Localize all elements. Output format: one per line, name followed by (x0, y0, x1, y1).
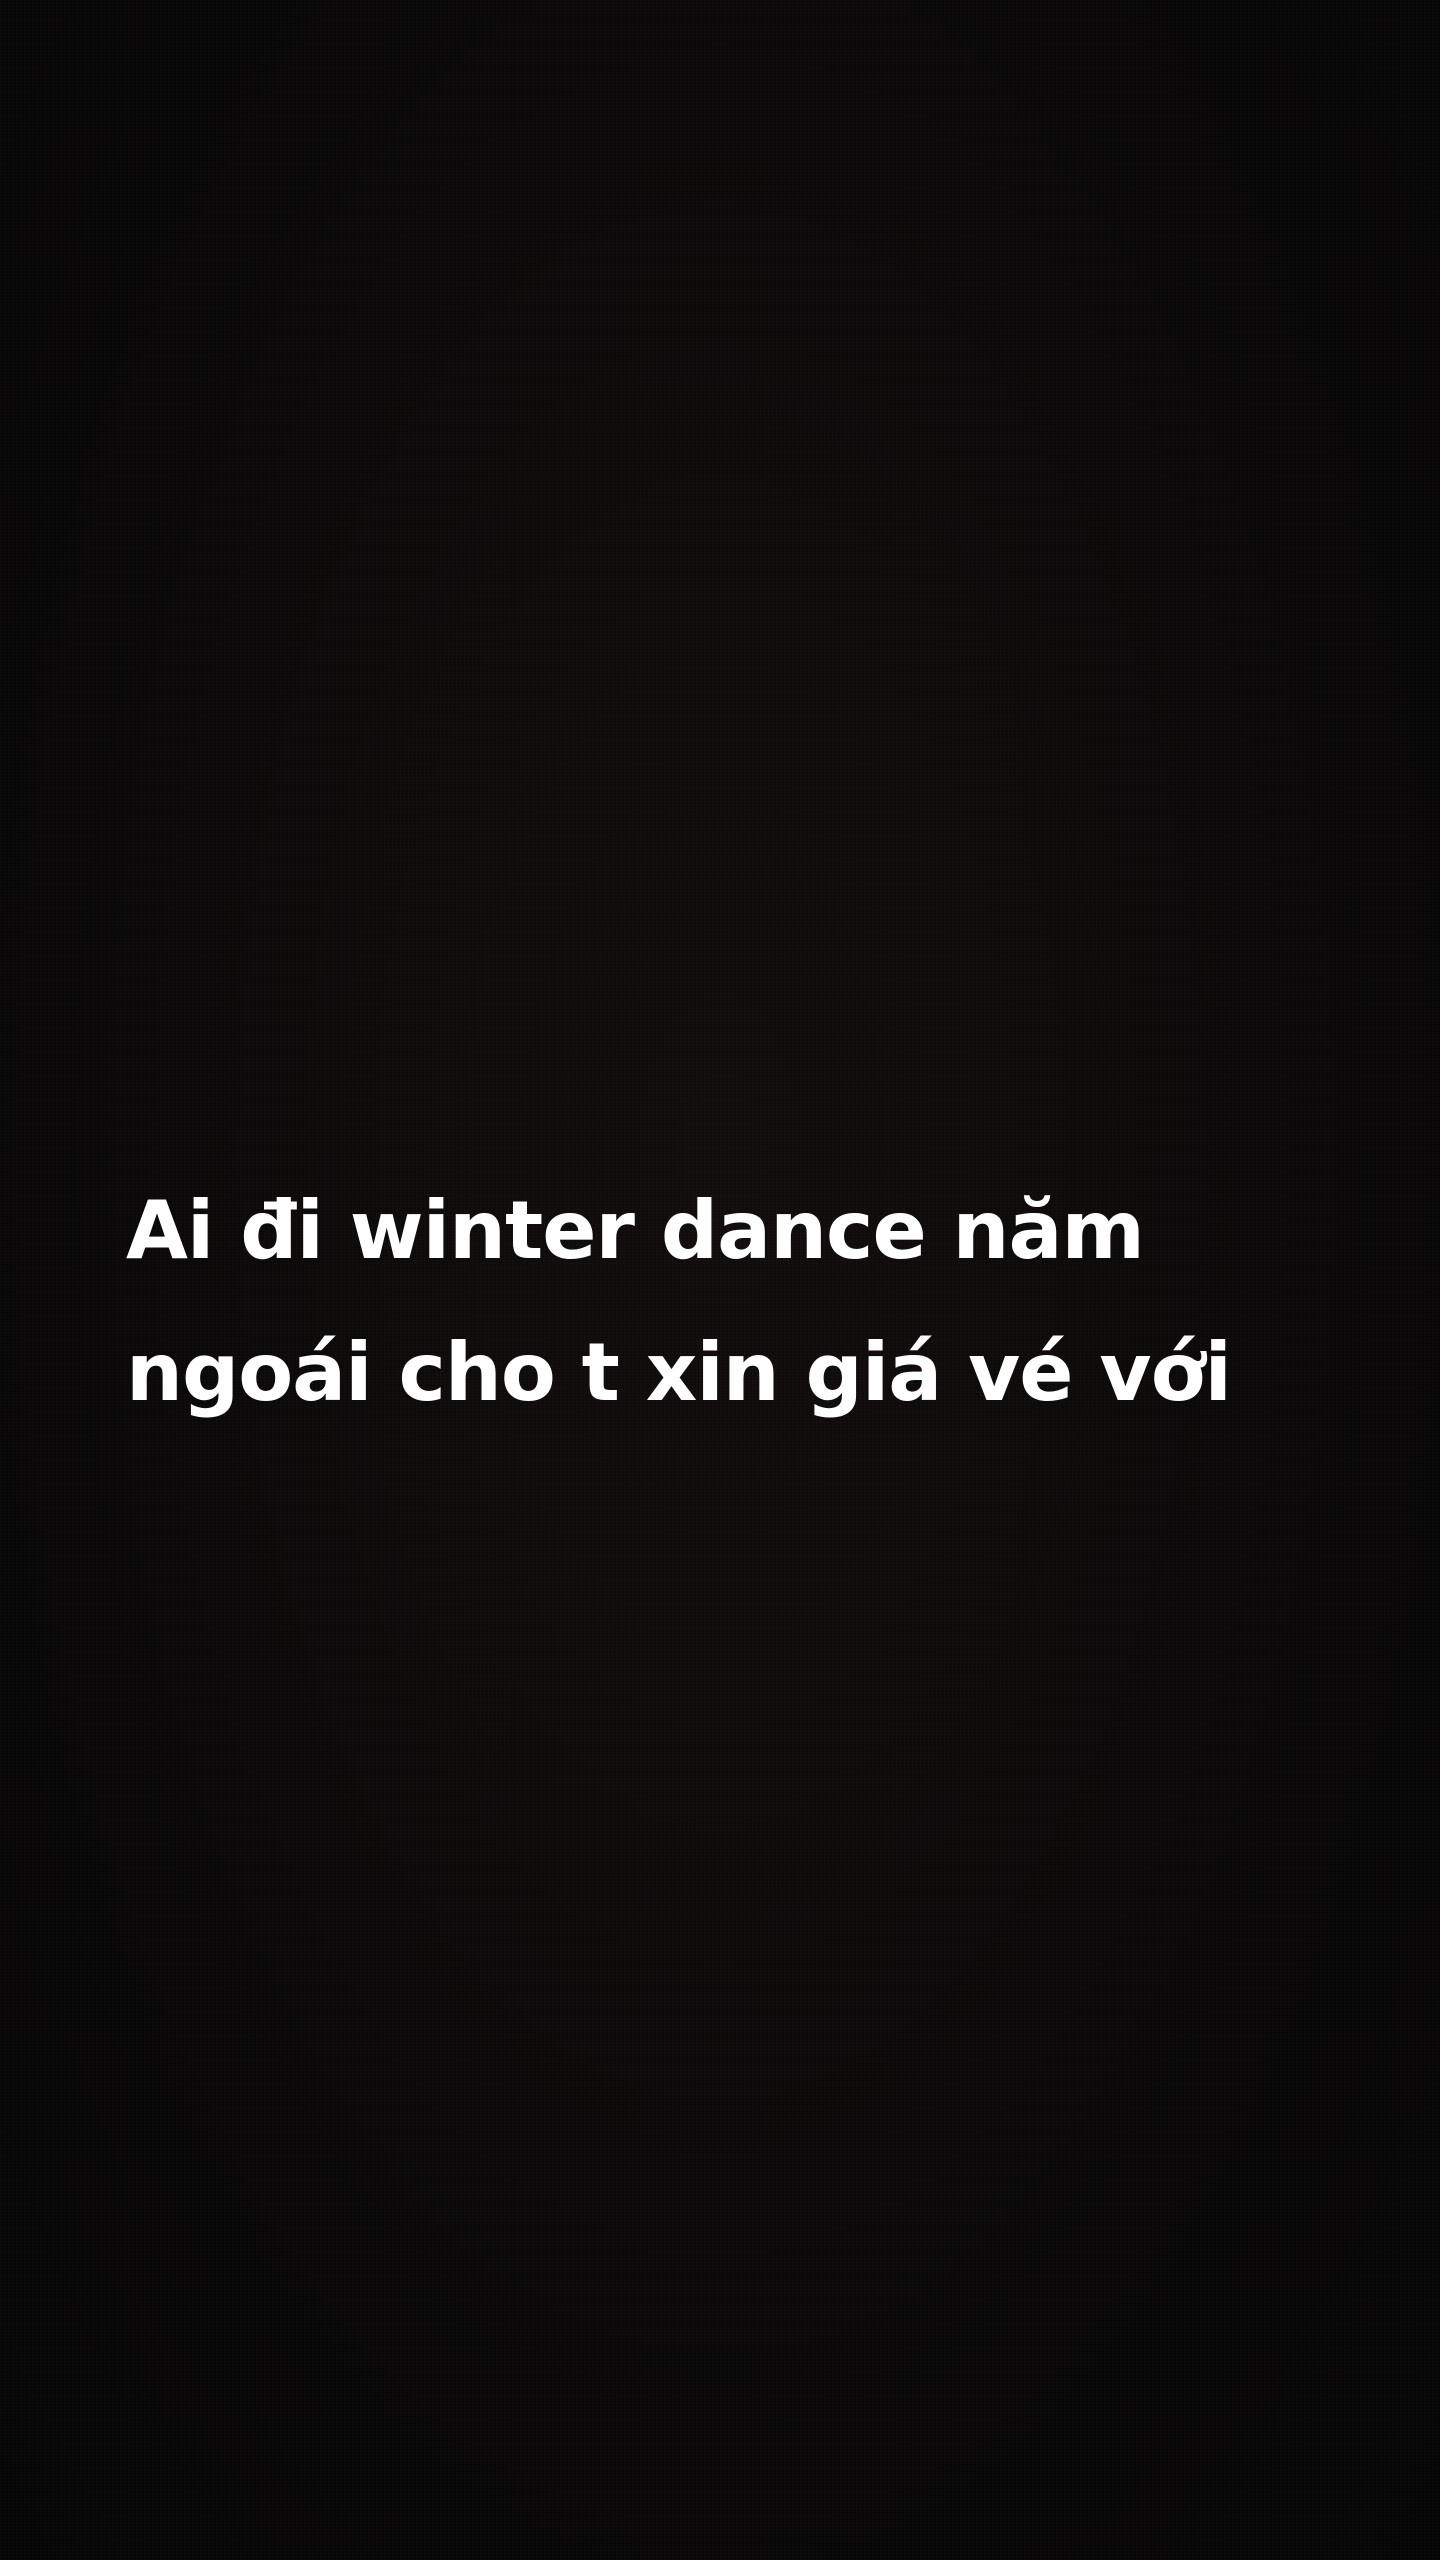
story-screen[interactable]: Ai đi winter dance năm ngoái cho t xin g… (0, 0, 1440, 2560)
story-caption: Ai đi winter dance năm ngoái cho t xin g… (126, 1160, 1376, 1444)
story-caption-line-2: ngoái cho t xin giá vé với (126, 1326, 1232, 1419)
story-caption-line-1: Ai đi winter dance năm (126, 1184, 1145, 1277)
